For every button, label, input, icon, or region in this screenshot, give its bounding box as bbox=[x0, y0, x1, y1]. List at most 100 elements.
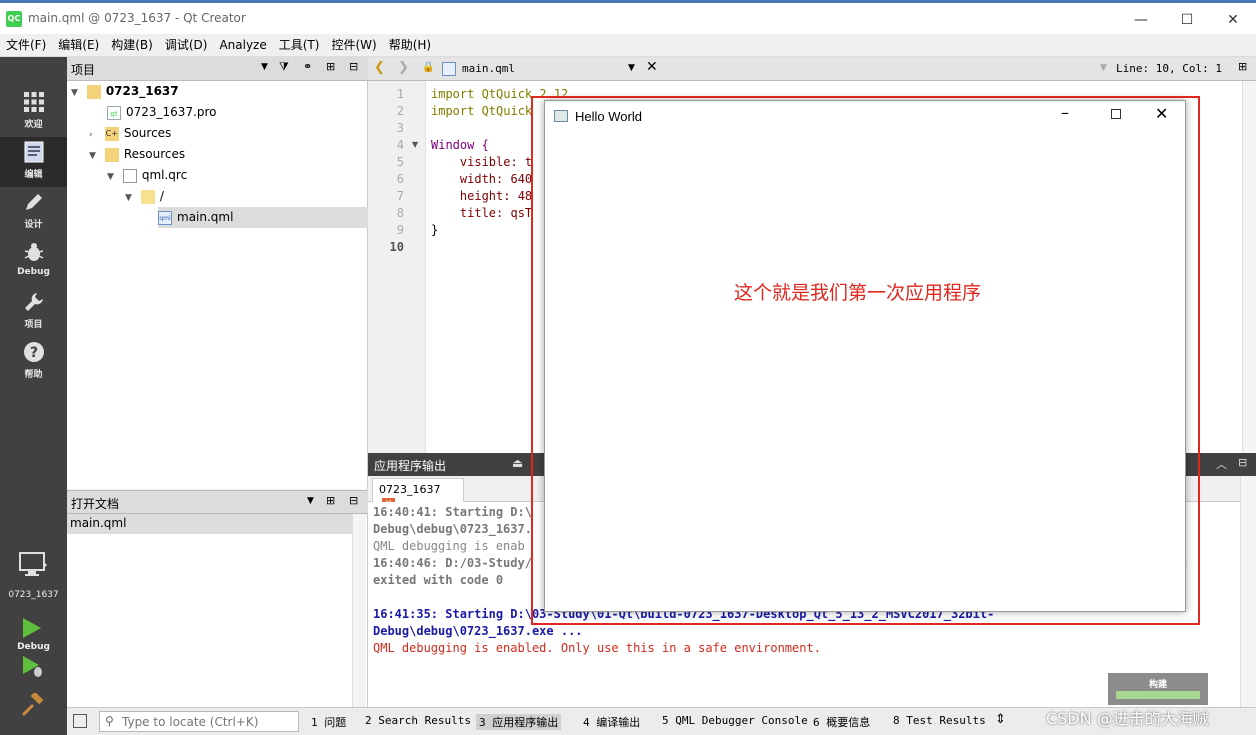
code-line: } bbox=[431, 223, 439, 237]
tree-item-sources[interactable]: › C+ Sources bbox=[89, 123, 171, 144]
folder-icon bbox=[86, 84, 101, 99]
mode-projects[interactable]: 项目 bbox=[0, 287, 67, 337]
monitor-icon[interactable] bbox=[19, 552, 47, 581]
pro-file-icon: qt bbox=[107, 105, 121, 120]
back-arrow-icon[interactable]: ❮ bbox=[374, 60, 385, 75]
expand-arrow[interactable]: › bbox=[89, 125, 101, 146]
tree-item-root-prefix[interactable]: ▼ / bbox=[125, 186, 164, 207]
menu-widgets[interactable]: 控件(W) bbox=[325, 34, 382, 57]
tab-issues[interactable]: 1 问题 bbox=[311, 714, 346, 730]
maximize-button[interactable]: ☐ bbox=[1164, 8, 1210, 32]
tab-app-output[interactable]: 3 应用程序输出 bbox=[476, 714, 562, 730]
line-number: 10 bbox=[389, 240, 404, 254]
output-line: Debug\debug\0723_1637.exe ... bbox=[373, 624, 583, 638]
open-documents-title: 打开文档 bbox=[71, 497, 120, 511]
mode-debug[interactable]: Debug bbox=[0, 237, 67, 287]
expand-arrow[interactable]: ▼ bbox=[71, 83, 83, 104]
sources-folder-icon: C+ bbox=[104, 126, 119, 141]
line-number: 1 bbox=[396, 87, 404, 101]
code-line: title: qsT bbox=[431, 206, 533, 220]
chevron-down-icon[interactable]: ▼ bbox=[261, 62, 268, 72]
filter-icon[interactable]: ⧩ bbox=[279, 60, 289, 74]
tree-label: 0723_1637 bbox=[105, 84, 179, 98]
chevron-down-icon[interactable]: ▼ bbox=[1100, 63, 1107, 73]
qt-creator-icon: QC bbox=[6, 11, 22, 27]
fold-arrow-icon[interactable]: ▼ bbox=[412, 140, 418, 149]
close-button[interactable]: ✕ bbox=[1210, 8, 1256, 32]
chevron-up-icon[interactable]: ︿ bbox=[1216, 456, 1227, 472]
tree-label: 0723_1637.pro bbox=[126, 105, 217, 119]
close-pane-icon[interactable]: ⊟ bbox=[349, 494, 358, 507]
line-number-gutter: 1 2 3 4 5 6 7 8 9 10 ▼ bbox=[368, 81, 426, 453]
attach-icon[interactable]: ⏏ bbox=[512, 456, 523, 470]
search-icon: ⚲ bbox=[105, 714, 114, 728]
qrc-file-icon bbox=[122, 168, 137, 183]
edit-icon bbox=[21, 141, 47, 167]
tab-test-results[interactable]: 8 Test Results bbox=[893, 714, 986, 727]
run-icon[interactable] bbox=[21, 617, 43, 642]
tree-label: / bbox=[159, 189, 164, 203]
menu-edit[interactable]: 编辑(E) bbox=[52, 34, 105, 57]
build-progress[interactable]: 构建 bbox=[1108, 673, 1208, 705]
menu-tools[interactable]: 工具(T) bbox=[273, 34, 326, 57]
tab-general-messages[interactable]: 6 概要信息 bbox=[813, 714, 870, 730]
mode-label: 项目 bbox=[24, 320, 43, 330]
tab-search-results[interactable]: 2 Search Results bbox=[365, 714, 471, 727]
output-scrollbar[interactable] bbox=[1240, 476, 1256, 707]
toggle-sidebar-icon[interactable] bbox=[73, 714, 87, 728]
menu-file[interactable]: 文件(F) bbox=[0, 34, 52, 57]
locator-input[interactable] bbox=[122, 713, 292, 730]
tree-item-pro[interactable]: qt 0723_1637.pro bbox=[107, 102, 217, 123]
scrollbar[interactable] bbox=[352, 514, 366, 707]
mode-help[interactable]: ? 帮助 bbox=[0, 337, 67, 387]
tree-label: qml.qrc bbox=[141, 168, 188, 182]
debug-run-icon[interactable] bbox=[21, 655, 45, 682]
mode-bar: 欢迎 编辑 设计 Debug 项目 ? 帮助 0723_1637 Debug bbox=[0, 57, 67, 735]
build-hammer-icon[interactable] bbox=[21, 691, 45, 720]
expand-arrow[interactable]: ▼ bbox=[125, 188, 137, 209]
menu-help[interactable]: 帮助(H) bbox=[383, 34, 437, 57]
qml-file-icon: qml bbox=[158, 210, 172, 225]
tree-item-resources[interactable]: ▼ Resources bbox=[89, 144, 185, 165]
tree-item-project[interactable]: ▼ 0723_1637 bbox=[71, 81, 368, 102]
open-doc-item[interactable]: main.qml bbox=[67, 514, 352, 534]
menu-build[interactable]: 构建(B) bbox=[105, 34, 159, 57]
code-line: Window { bbox=[431, 138, 489, 152]
close-pane-icon[interactable]: ⊟ bbox=[349, 60, 358, 73]
folder-icon bbox=[140, 189, 155, 204]
current-file-name[interactable]: main.qml bbox=[462, 62, 515, 75]
chevron-down-icon[interactable]: ▼ bbox=[307, 496, 314, 506]
tab-qml-console[interactable]: 5 QML Debugger Console bbox=[662, 714, 808, 727]
expand-arrow[interactable]: ▼ bbox=[107, 167, 119, 188]
svg-text:?: ? bbox=[29, 345, 37, 361]
more-tabs-icon[interactable]: ⇕ bbox=[995, 712, 1006, 727]
link-icon[interactable]: ⚭ bbox=[303, 60, 312, 73]
pencil-icon bbox=[21, 191, 47, 217]
menu-debug[interactable]: 调试(D) bbox=[159, 34, 214, 57]
close-document-icon[interactable]: ✕ bbox=[646, 59, 658, 75]
resources-folder-icon bbox=[104, 147, 119, 162]
expand-arrow[interactable]: ▼ bbox=[89, 146, 101, 167]
mode-design[interactable]: 设计 bbox=[0, 187, 67, 237]
chevron-down-icon[interactable]: ▼ bbox=[628, 63, 635, 73]
split-icon[interactable]: ⊞ bbox=[1238, 60, 1247, 73]
minimize-button[interactable]: — bbox=[1118, 8, 1164, 32]
split-icon[interactable]: ⊞ bbox=[326, 494, 335, 507]
split-icon[interactable]: ⊞ bbox=[326, 60, 335, 73]
projects-title: 项目 bbox=[71, 63, 96, 77]
menu-analyze[interactable]: Analyze bbox=[213, 34, 272, 57]
forward-arrow-icon[interactable]: ❯ bbox=[398, 60, 409, 75]
mode-label: 编辑 bbox=[24, 170, 43, 180]
tree-item-qrc[interactable]: ▼ qml.qrc bbox=[107, 165, 187, 186]
kit-build-config: Debug bbox=[17, 642, 50, 652]
tab-compile-output[interactable]: 4 编译输出 bbox=[583, 714, 640, 730]
code-line: import QtQuick bbox=[431, 104, 533, 118]
mode-welcome[interactable]: 欢迎 bbox=[0, 87, 67, 137]
locator-field[interactable]: ⚲ bbox=[99, 711, 299, 732]
editor-scrollbar[interactable] bbox=[1242, 81, 1256, 453]
mode-edit[interactable]: 编辑 bbox=[0, 137, 67, 187]
tree-item-main-qml[interactable]: qml main.qml bbox=[158, 207, 368, 228]
output-tab[interactable]: 0723_1637 ✕ bbox=[372, 478, 464, 511]
close-pane-icon[interactable]: ⊟ bbox=[1238, 456, 1247, 469]
cursor-position[interactable]: Line: 10, Col: 1 bbox=[1116, 62, 1222, 75]
